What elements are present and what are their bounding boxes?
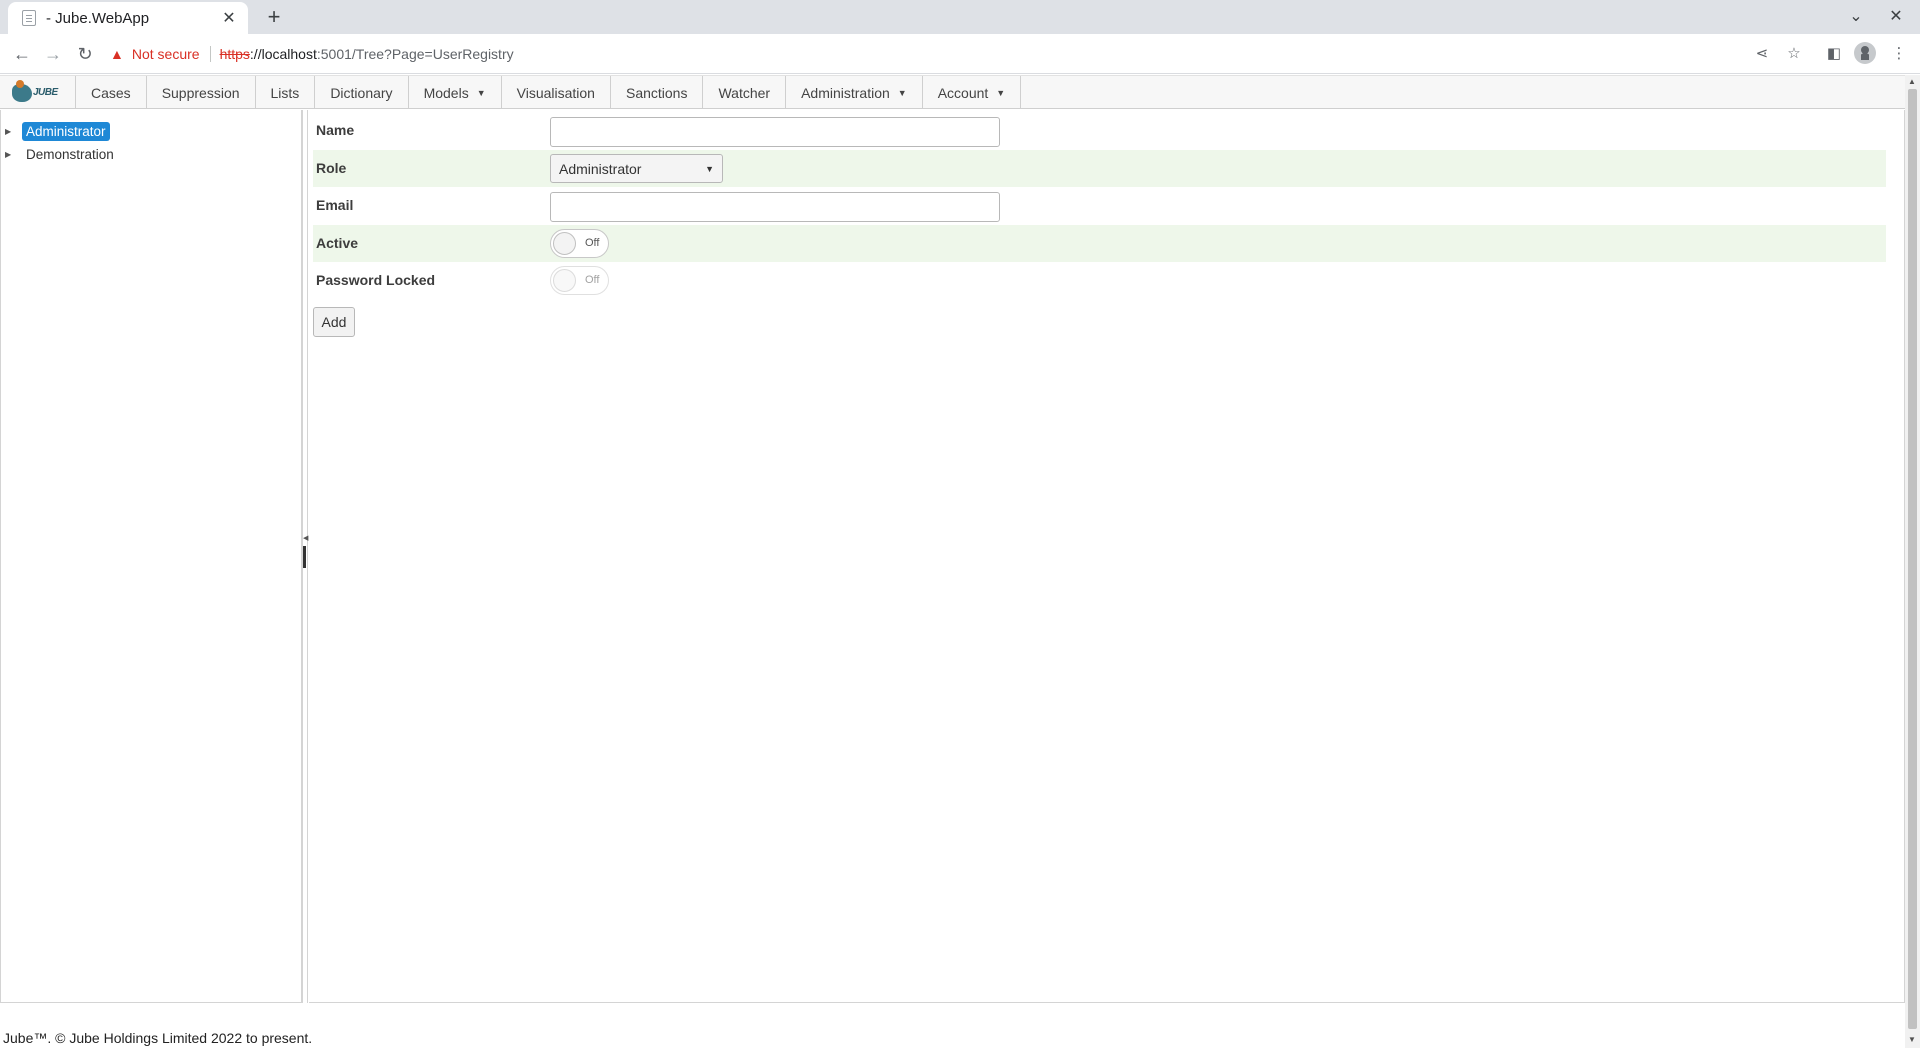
- name-input[interactable]: [550, 117, 1000, 147]
- jube-logo[interactable]: JUBE: [0, 76, 76, 109]
- email-label: Email: [316, 197, 354, 213]
- add-button[interactable]: Add: [313, 307, 355, 337]
- menu-label: Administration: [801, 84, 890, 101]
- chevron-down-icon: ▼: [705, 164, 714, 174]
- address-bar[interactable]: ▲ Not secure https ://localhost :5001/Tr…: [110, 40, 1750, 68]
- page-favicon-icon: [22, 10, 36, 26]
- menu-models[interactable]: Models ▼: [409, 76, 502, 109]
- form-row-role: Role Administrator ▼: [313, 150, 1886, 187]
- user-registry-form: Name Role Administrator ▼ Email Active O…: [309, 110, 1905, 1003]
- address-separator: [209, 46, 211, 62]
- form-row-name: Name: [313, 112, 1886, 149]
- role-tree-panel: ▶ Administrator ▶ Demonstration: [0, 110, 302, 1003]
- back-arrow-icon[interactable]: ←: [9, 41, 35, 67]
- toggle-knob: [553, 269, 576, 292]
- toggle-state: Off: [585, 274, 600, 286]
- bookmark-star-icon[interactable]: ☆: [1783, 43, 1805, 65]
- form-row-password-locked: Password Locked Off: [313, 262, 1886, 299]
- tab-title: - Jube.WebApp: [46, 9, 150, 27]
- toggle-state: Off: [585, 237, 600, 249]
- password-locked-toggle[interactable]: Off: [550, 266, 609, 295]
- security-status[interactable]: Not secure: [132, 46, 200, 62]
- menu-label: Visualisation: [516, 84, 595, 101]
- page-scrollbar[interactable]: ▲ ▼: [1905, 75, 1920, 1048]
- expand-arrow-icon[interactable]: ▶: [5, 150, 15, 159]
- collapse-arrow-icon[interactable]: ◀: [303, 534, 308, 542]
- browser-toolbar: ← → ↻ ▲ Not secure https ://localhost :5…: [0, 34, 1920, 74]
- footer-copyright: Jube™. © Jube Holdings Limited 2022 to p…: [3, 1030, 313, 1046]
- menu-label: Cases: [91, 84, 131, 101]
- menu-lists[interactable]: Lists: [256, 76, 316, 109]
- splitter-grip[interactable]: [303, 546, 306, 568]
- dropdown-caret-icon: ▼: [476, 87, 486, 98]
- menu-label: Suppression: [161, 84, 240, 101]
- browser-tab-strip: - Jube.WebApp ✕ + ⌄ ✕: [0, 0, 1920, 34]
- tree-node-administrator[interactable]: ▶ Administrator: [5, 120, 110, 142]
- menu-administration[interactable]: Administration ▼: [786, 76, 923, 109]
- expand-arrow-icon[interactable]: ▶: [5, 127, 15, 136]
- url-host: ://localhost: [249, 46, 317, 62]
- menu-label: Account: [937, 84, 989, 101]
- side-panel-icon[interactable]: ◧: [1823, 43, 1845, 65]
- menu-sanctions[interactable]: Sanctions: [611, 76, 704, 109]
- menu-dictionary[interactable]: Dictionary: [315, 76, 409, 109]
- browser-menu-icon[interactable]: ⋮: [1888, 43, 1910, 65]
- menu-visualisation[interactable]: Visualisation: [502, 76, 611, 109]
- menu-label: Models: [423, 84, 469, 101]
- window-close-icon[interactable]: ✕: [1886, 6, 1906, 26]
- name-label: Name: [316, 122, 355, 138]
- menu-suppression[interactable]: Suppression: [147, 76, 256, 109]
- scroll-up-icon[interactable]: ▲: [1908, 77, 1916, 86]
- tree-node-label[interactable]: Administrator: [22, 121, 110, 141]
- form-row-active: Active Off: [313, 225, 1886, 262]
- dropdown-caret-icon: ▼: [897, 87, 907, 98]
- url-path: :5001/Tree?Page=UserRegistry: [316, 46, 514, 62]
- menu-label: Dictionary: [330, 84, 393, 101]
- menu-label: Watcher: [718, 84, 771, 101]
- pane-splitter[interactable]: ◀: [302, 110, 308, 1003]
- menu-label: Lists: [270, 84, 300, 101]
- menu-watcher[interactable]: Watcher: [703, 76, 787, 109]
- app-menu-bar: JUBE Cases Suppression Lists Dictionary …: [0, 75, 1905, 109]
- toggle-knob: [553, 232, 576, 255]
- scrollbar-thumb[interactable]: [1908, 89, 1917, 1029]
- tab-close-icon[interactable]: ✕: [220, 8, 238, 28]
- jube-logo-icon: [12, 79, 32, 102]
- active-label: Active: [316, 235, 359, 251]
- tree-node-label[interactable]: Demonstration: [22, 145, 118, 164]
- menu-label: Sanctions: [625, 84, 688, 101]
- role-selected-value: Administrator: [559, 160, 642, 177]
- profile-avatar-icon[interactable]: [1854, 42, 1876, 64]
- browser-tab[interactable]: - Jube.WebApp ✕: [8, 2, 248, 34]
- role-label: Role: [316, 160, 347, 176]
- role-select[interactable]: Administrator ▼: [550, 154, 723, 183]
- scroll-down-icon[interactable]: ▼: [1908, 1035, 1916, 1044]
- warning-triangle-icon: ▲: [110, 46, 124, 62]
- menu-account[interactable]: Account ▼: [923, 76, 1022, 109]
- reload-icon[interactable]: ↻: [72, 41, 98, 67]
- new-tab-button[interactable]: +: [260, 4, 288, 32]
- email-input[interactable]: [550, 192, 1000, 222]
- forward-arrow-icon[interactable]: →: [40, 41, 66, 67]
- menu-cases[interactable]: Cases: [76, 76, 147, 109]
- logo-text: JUBE: [33, 87, 58, 98]
- form-row-email: Email: [313, 187, 1886, 224]
- password-locked-label: Password Locked: [316, 272, 436, 288]
- tab-search-chevron-icon[interactable]: ⌄: [1846, 6, 1866, 26]
- share-icon[interactable]: ⋖: [1751, 43, 1773, 65]
- tree-node-demonstration[interactable]: ▶ Demonstration: [5, 143, 118, 165]
- dropdown-caret-icon: ▼: [996, 87, 1006, 98]
- url-scheme: https: [219, 46, 250, 62]
- active-toggle[interactable]: Off: [550, 229, 609, 258]
